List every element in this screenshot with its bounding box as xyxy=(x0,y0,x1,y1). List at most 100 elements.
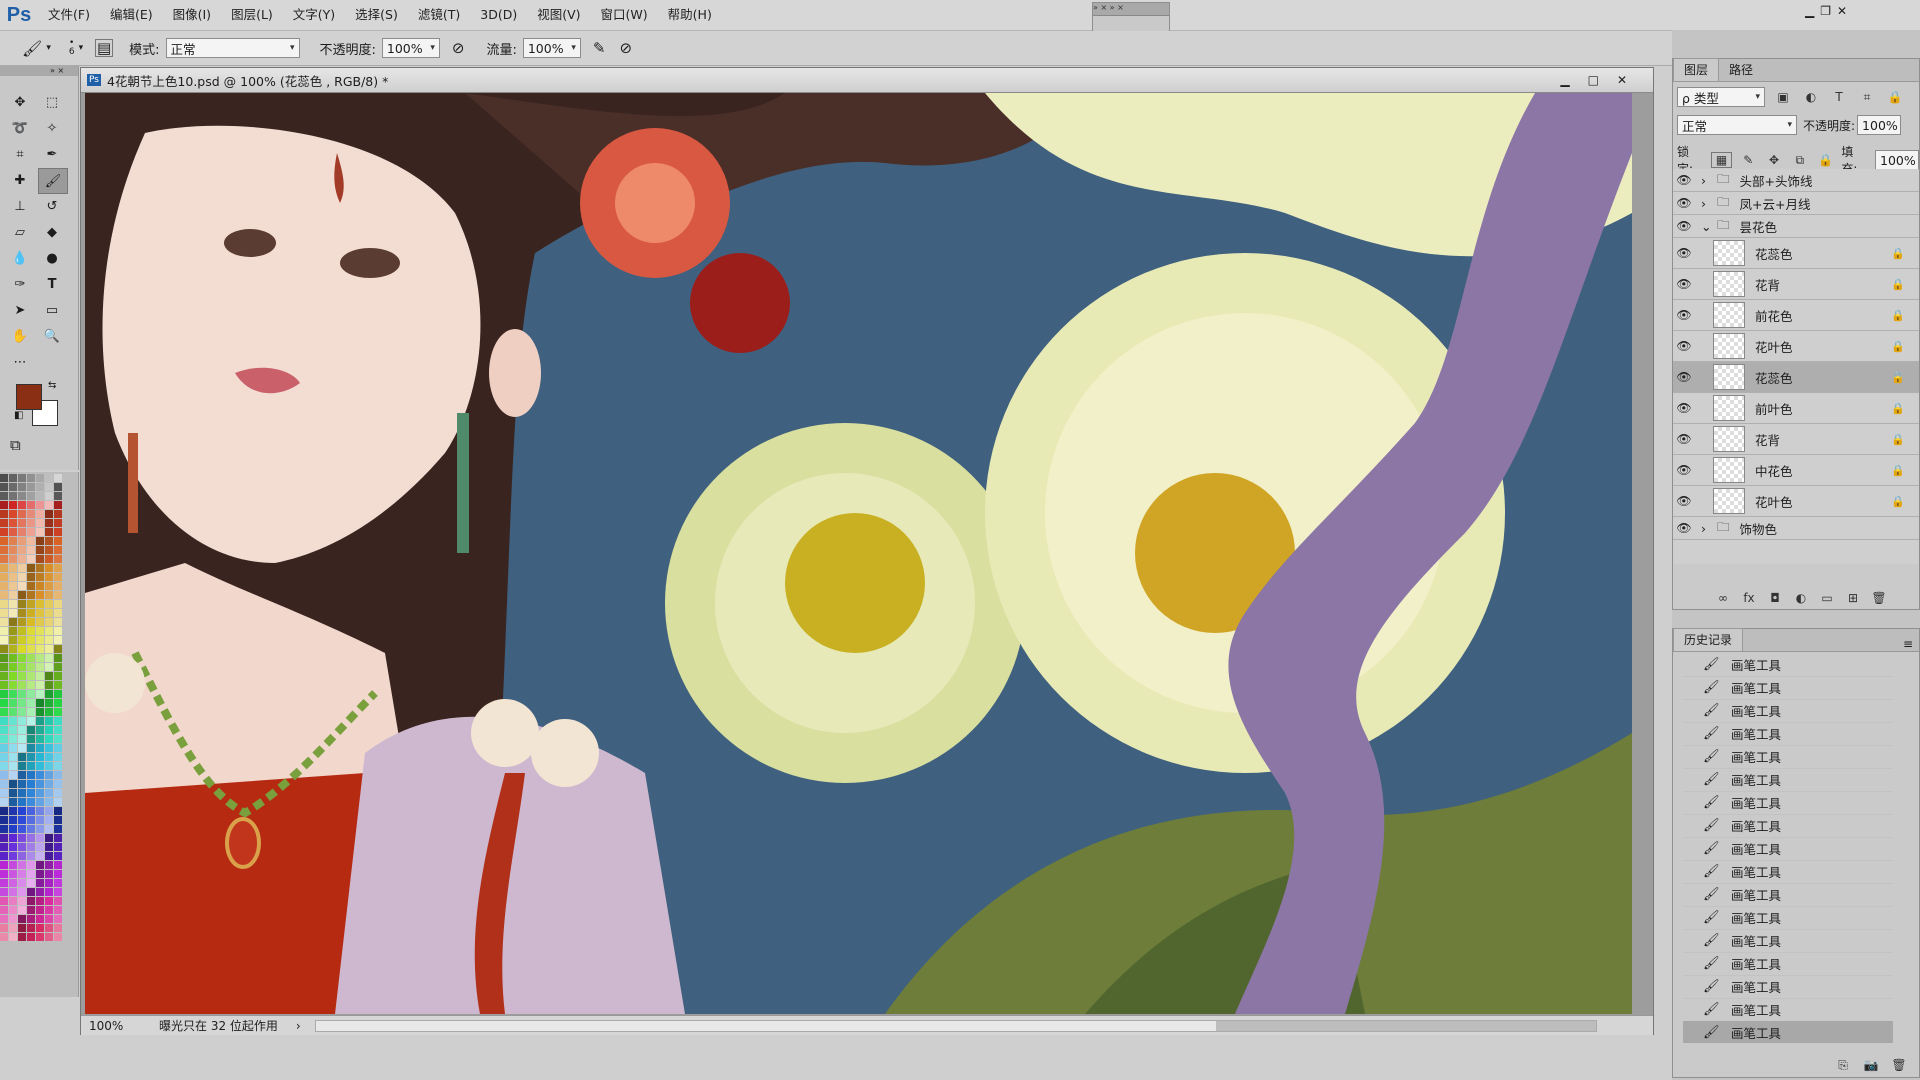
color-swatch[interactable] xyxy=(45,825,53,833)
color-swatch[interactable] xyxy=(45,510,53,518)
color-swatch[interactable] xyxy=(0,825,8,833)
color-swatch[interactable] xyxy=(27,753,35,761)
color-swatch[interactable] xyxy=(27,645,35,653)
color-swatch[interactable] xyxy=(36,636,44,644)
color-swatch[interactable] xyxy=(45,537,53,545)
color-swatch[interactable] xyxy=(18,771,26,779)
history-item[interactable]: 🖌 画笔工具 xyxy=(1683,676,1893,700)
lock-artboard-icon[interactable]: ⧉ xyxy=(1790,153,1810,168)
color-swatch[interactable] xyxy=(27,879,35,887)
color-swatch[interactable] xyxy=(54,861,62,869)
color-swatch[interactable] xyxy=(27,555,35,563)
color-swatch[interactable] xyxy=(27,834,35,842)
color-swatch[interactable] xyxy=(36,600,44,608)
new-group-icon[interactable]: ▭ xyxy=(1817,591,1837,605)
history-menu-icon[interactable]: ≡ xyxy=(1903,637,1913,651)
color-swatch[interactable] xyxy=(54,726,62,734)
visibility-eye-icon[interactable]: 👁 xyxy=(1673,219,1695,233)
color-swatch[interactable] xyxy=(36,609,44,617)
color-swatch[interactable] xyxy=(9,726,17,734)
color-swatch[interactable] xyxy=(0,699,8,707)
color-swatch[interactable] xyxy=(27,546,35,554)
color-swatch[interactable] xyxy=(27,537,35,545)
color-swatch[interactable] xyxy=(9,843,17,851)
color-swatch[interactable] xyxy=(45,717,53,725)
color-swatch[interactable] xyxy=(54,906,62,914)
history-item[interactable]: 🖌 画笔工具 xyxy=(1683,1021,1893,1043)
layer-filter-select[interactable]: ρ 类型 ▾ xyxy=(1677,87,1765,107)
color-swatch[interactable] xyxy=(0,555,8,563)
color-swatch[interactable] xyxy=(9,501,17,509)
color-swatch[interactable] xyxy=(54,627,62,635)
color-swatch[interactable] xyxy=(45,528,53,536)
color-swatch[interactable] xyxy=(9,897,17,905)
color-swatch[interactable] xyxy=(0,492,8,500)
color-swatch[interactable] xyxy=(18,816,26,824)
color-swatch[interactable] xyxy=(18,789,26,797)
menu-item[interactable]: 文件(F) xyxy=(38,0,100,30)
color-swatch[interactable] xyxy=(0,726,8,734)
color-swatch[interactable] xyxy=(18,870,26,878)
restore-icon[interactable]: ❐ xyxy=(1820,4,1831,18)
color-swatch[interactable] xyxy=(54,852,62,860)
history-item[interactable]: 🖌 画笔工具 xyxy=(1683,860,1893,884)
visibility-eye-icon[interactable]: 👁 xyxy=(1673,463,1695,477)
brush-size-picker[interactable]: • 6 xyxy=(69,39,75,57)
layer-thumbnail[interactable] xyxy=(1713,302,1745,328)
color-swatch[interactable] xyxy=(36,753,44,761)
clone-stamp-tool-icon[interactable]: ⊥ xyxy=(6,194,34,218)
color-swatch[interactable] xyxy=(0,654,8,662)
color-swatch[interactable] xyxy=(18,618,26,626)
color-swatch[interactable] xyxy=(9,789,17,797)
color-swatch[interactable] xyxy=(36,546,44,554)
color-swatch[interactable] xyxy=(45,681,53,689)
color-swatch[interactable] xyxy=(27,843,35,851)
tool-preset-chevron-icon[interactable]: ▾ xyxy=(46,43,51,53)
color-swatch[interactable] xyxy=(0,762,8,770)
color-swatch[interactable] xyxy=(36,771,44,779)
color-swatch[interactable] xyxy=(18,861,26,869)
layer-row[interactable]: 👁 花蕊色 🔒 xyxy=(1673,362,1919,393)
brush-picker-chevron-icon[interactable]: ▾ xyxy=(79,43,84,53)
color-swatch[interactable] xyxy=(9,645,17,653)
layer-fx-icon[interactable]: fx xyxy=(1739,591,1759,605)
more-tools-icon[interactable]: ⋯ xyxy=(6,350,34,374)
color-swatch[interactable] xyxy=(9,600,17,608)
color-swatch[interactable] xyxy=(18,663,26,671)
color-swatch[interactable] xyxy=(54,717,62,725)
color-swatch[interactable] xyxy=(45,879,53,887)
color-swatch[interactable] xyxy=(54,744,62,752)
color-swatch[interactable] xyxy=(54,933,62,941)
color-swatch[interactable] xyxy=(27,654,35,662)
color-swatch[interactable] xyxy=(9,672,17,680)
history-item[interactable]: 🖌 画笔工具 xyxy=(1683,998,1893,1022)
color-swatch[interactable] xyxy=(27,492,35,500)
color-swatch[interactable] xyxy=(18,717,26,725)
color-swatch[interactable] xyxy=(9,861,17,869)
tab-paths[interactable]: 路径 xyxy=(1719,59,1763,81)
menu-item[interactable]: 图层(L) xyxy=(221,0,283,30)
color-swatch[interactable] xyxy=(9,555,17,563)
color-swatch[interactable] xyxy=(0,933,8,941)
color-swatch[interactable] xyxy=(0,501,8,509)
color-swatch[interactable] xyxy=(9,816,17,824)
color-swatch[interactable] xyxy=(45,924,53,932)
paint-bucket-tool-icon[interactable]: ◆ xyxy=(38,220,66,244)
color-swatch[interactable] xyxy=(36,708,44,716)
color-swatch[interactable] xyxy=(54,654,62,662)
visibility-eye-icon[interactable]: 👁 xyxy=(1673,401,1695,415)
color-swatch[interactable] xyxy=(45,744,53,752)
history-item[interactable]: 🖌 画笔工具 xyxy=(1683,722,1893,746)
layer-group-row[interactable]: 👁 › 🗀 饰物色 xyxy=(1673,517,1919,540)
new-layer-icon[interactable]: ⊞ xyxy=(1843,591,1863,605)
layer-row[interactable]: 👁 花蕊色 🔒 xyxy=(1673,238,1919,269)
color-swatch[interactable] xyxy=(54,843,62,851)
color-swatch[interactable] xyxy=(9,780,17,788)
color-swatch[interactable] xyxy=(18,564,26,572)
layer-group-row[interactable]: 👁 ⌄ 🗀 昙花色 xyxy=(1673,215,1919,238)
delete-layer-icon[interactable]: 🗑 xyxy=(1869,591,1889,605)
color-swatch[interactable] xyxy=(9,834,17,842)
menu-item[interactable]: 帮助(H) xyxy=(658,0,722,30)
scrollbar-thumb[interactable] xyxy=(1215,1020,1596,1031)
color-swatch[interactable] xyxy=(9,906,17,914)
